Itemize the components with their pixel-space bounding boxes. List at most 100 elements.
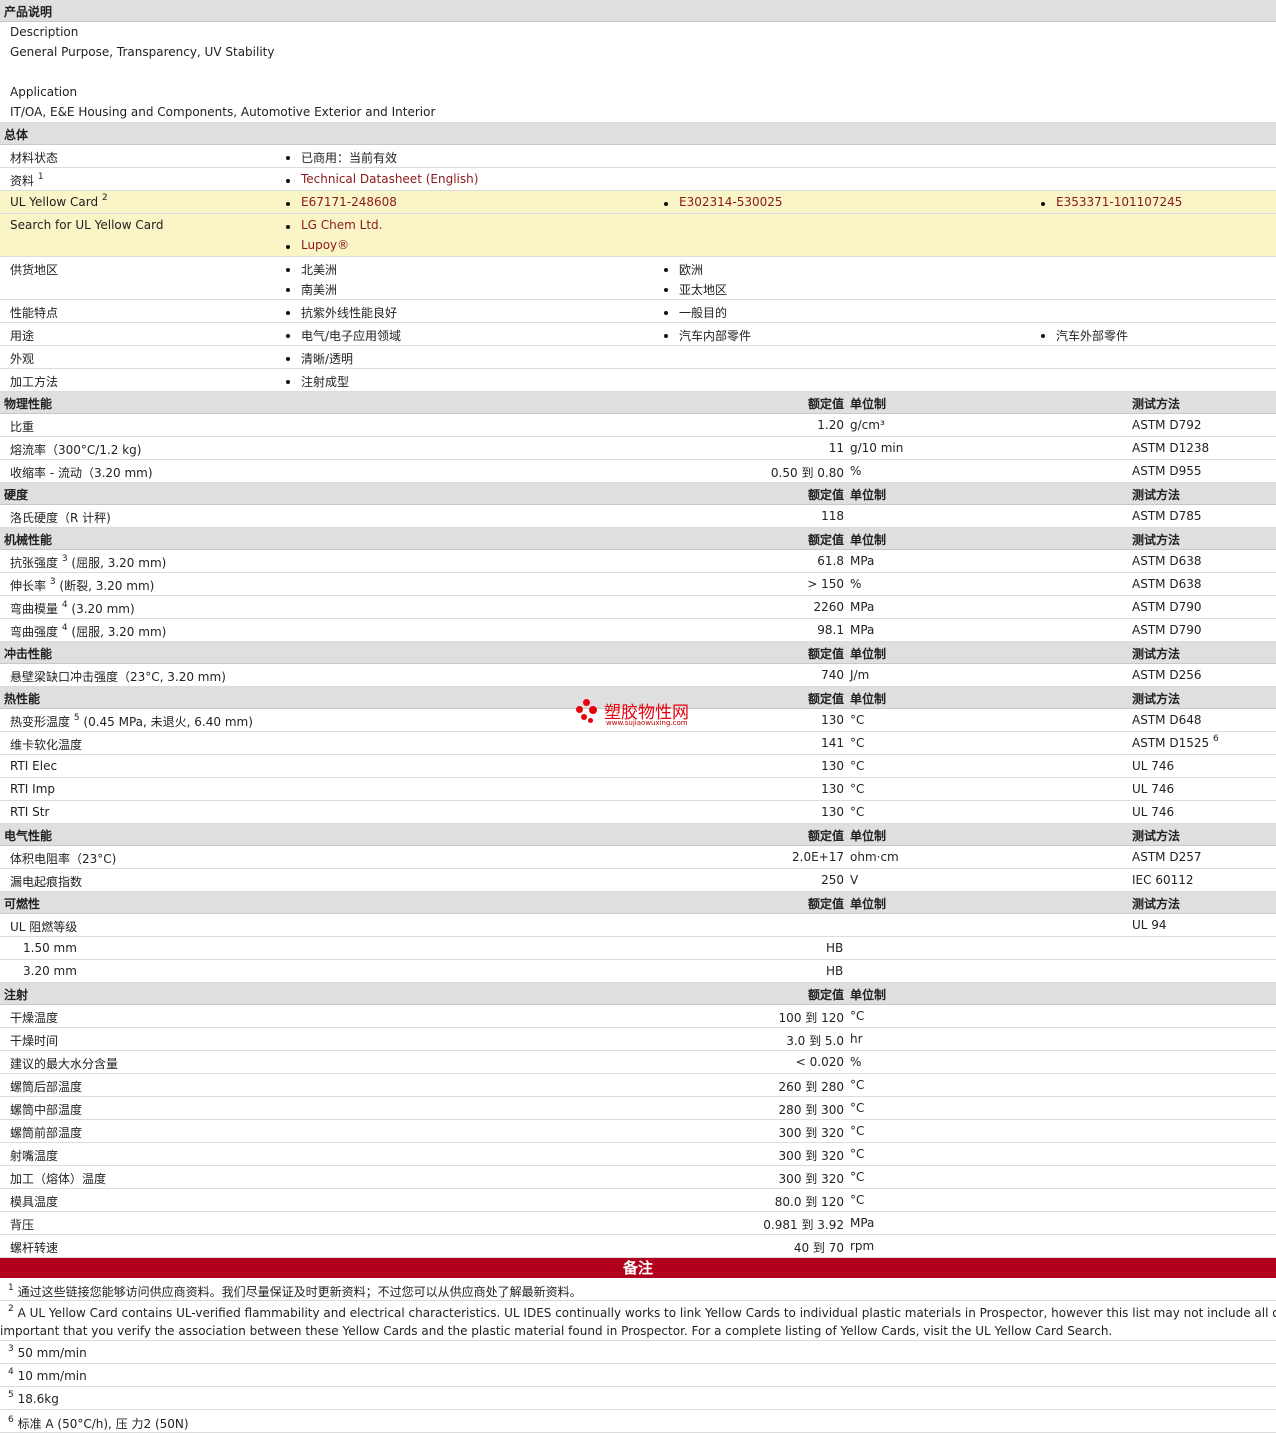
table-row: 加工（熔体）温度 300 到 320 °C: [0, 1166, 1276, 1189]
property-value: 98.1: [817, 623, 844, 637]
property-label: 伸长率 3 (断裂, 3.20 mm): [10, 577, 155, 594]
table-row: 干燥温度 100 到 120 °C: [0, 1005, 1276, 1028]
table-row: 比重 1.20 g/cm³ ASTM D792: [0, 414, 1276, 437]
property-unit: MPa: [850, 554, 875, 568]
description-text: General Purpose, Transparency, UV Stabil…: [10, 45, 275, 59]
row-features: 性能特点 抗紫外线性能良好 一般目的: [0, 300, 1276, 323]
table-row: 维卡软化温度 141 °C ASTM D1525 6: [0, 732, 1276, 755]
supplier-link[interactable]: LG Chem Ltd.: [286, 218, 383, 232]
header-method: 测试方法: [1132, 397, 1181, 411]
property-unit: %: [850, 577, 862, 591]
table-row: 体积电阻率（23°C) 2.0E+17 ohm·cm ASTM D257: [0, 846, 1276, 869]
property-unit: J/m: [850, 668, 870, 682]
row-label: 性能特点: [10, 306, 59, 320]
row-label: 材料状态: [10, 151, 59, 165]
application-text: IT/OA, E&E Housing and Components, Autom…: [10, 105, 436, 119]
row-label: 用途: [10, 329, 35, 343]
property-label: 弯曲强度 4 (屈服, 3.20 mm): [10, 623, 167, 640]
property-label: 射嘴温度: [10, 1149, 59, 1163]
test-method: IEC 60112: [1132, 873, 1194, 887]
property-value: 141: [821, 736, 844, 750]
technical-datasheet-link[interactable]: Technical Datasheet (English): [285, 172, 478, 186]
table-row: 建议的最大水分含量 < 0.020 %: [0, 1051, 1276, 1074]
property-label: 螺筒中部温度: [10, 1103, 83, 1117]
row-availability: 供货地区 北美洲 欧洲 南美洲 亚太地区: [0, 257, 1276, 300]
property-unit: %: [850, 1055, 862, 1069]
bullet-item: 北美洲: [285, 263, 338, 277]
test-method: UL 746: [1132, 759, 1175, 773]
table-row: 干燥时间 3.0 到 5.0 hr: [0, 1028, 1276, 1051]
property-label: 3.20 mm: [23, 964, 77, 978]
bullet-item: 南美洲: [285, 283, 338, 297]
test-method: UL 746: [1132, 805, 1175, 819]
property-label: 干燥时间: [10, 1034, 59, 1048]
row-label: 外观: [10, 352, 35, 366]
note-item: 2 A UL Yellow Card contains UL-verified …: [0, 1301, 1276, 1341]
property-label: 干燥温度: [10, 1011, 59, 1025]
bullet-item: 汽车外部零件: [1040, 329, 1129, 343]
table-row: 螺筒后部温度 260 到 280 °C: [0, 1074, 1276, 1097]
property-label: 收缩率 - 流动（3.20 mm): [10, 466, 153, 480]
property-label: 漏电起痕指数: [10, 875, 83, 889]
header-method: 测试方法: [1132, 829, 1181, 843]
section-title: 电气性能: [4, 829, 53, 843]
test-method: ASTM D638: [1132, 554, 1202, 568]
row-label: UL Yellow Card 2: [10, 193, 108, 210]
brand-link[interactable]: Lupoy®: [285, 238, 349, 252]
section-title: 产品说明: [4, 5, 53, 19]
row-material-status: 材料状态 已商用：当前有效: [0, 145, 1276, 168]
table-row: 弯曲模量 4 (3.20 mm) 2260 MPa ASTM D790: [0, 596, 1276, 619]
property-label: 1.50 mm: [23, 941, 77, 955]
property-value: 11: [828, 441, 844, 455]
header-method: 测试方法: [1132, 647, 1181, 661]
property-value: 0.50 到 0.80: [770, 466, 844, 480]
bullet-item: 电气/电子应用领域: [285, 329, 402, 343]
table-row: UL 阻燃等级 UL 94: [0, 914, 1276, 937]
test-method: ASTM D1525 6: [1132, 734, 1219, 751]
property-label: 抗张强度 3 (屈服, 3.20 mm): [10, 554, 167, 571]
property-unit: °C: [850, 1170, 865, 1184]
header-unit: 单位制: [850, 988, 887, 1002]
property-value: 2.0E+17: [792, 850, 844, 864]
ul-card-link[interactable]: E302314-530025: [664, 195, 783, 209]
header-method: 测试方法: [1132, 488, 1181, 502]
property-unit: MPa: [850, 600, 875, 614]
property-label: 加工（熔体）温度: [10, 1172, 107, 1186]
property-unit: g/10 min: [850, 441, 904, 455]
property-label: RTI Elec: [10, 759, 58, 773]
property-value: 0.981 到 3.92: [763, 1218, 844, 1232]
table-row: 抗张强度 3 (屈服, 3.20 mm) 61.8 MPa ASTM D638: [0, 550, 1276, 573]
property-unit: °C: [850, 759, 865, 773]
table-row: 收缩率 - 流动（3.20 mm) 0.50 到 0.80 % ASTM D95…: [0, 460, 1276, 483]
table-row: 螺杆转速 40 到 70 rpm: [0, 1235, 1276, 1258]
property-unit: °C: [850, 1078, 865, 1092]
table-row: RTI Imp 130 °C UL 746: [0, 778, 1276, 801]
header-method: 测试方法: [1132, 533, 1181, 547]
note-item: 1 通过这些链接您能够访问供应商资料。我们尽量保证及时更新资料；不过您可以从供应…: [0, 1278, 1276, 1301]
property-label: UL 阻燃等级: [10, 920, 78, 934]
row-label: 加工方法: [10, 375, 59, 389]
ul-card-link[interactable]: E353371-101107245: [1040, 195, 1182, 209]
watermark-url: www.sujiaowuxing.com: [606, 719, 688, 727]
property-value: 2260: [813, 600, 844, 614]
table-row: RTI Str 130 °C UL 746: [0, 801, 1276, 824]
property-value: 300 到 320: [778, 1172, 844, 1186]
test-method: ASTM D790: [1132, 623, 1202, 637]
table-row: 熔流率（300°C/1.2 kg) 11 g/10 min ASTM D1238: [0, 437, 1276, 460]
table-row: 射嘴温度 300 到 320 °C: [0, 1143, 1276, 1166]
section-title: 注射: [4, 988, 29, 1002]
table-row: 3.20 mm HB: [0, 960, 1276, 983]
test-method: ASTM D792: [1132, 418, 1202, 432]
property-label: 模具温度: [10, 1195, 59, 1209]
notes-header: 备注: [0, 1258, 1276, 1278]
test-method: ASTM D955: [1132, 464, 1202, 478]
property-unit: °C: [850, 782, 865, 796]
table-row: 背压 0.981 到 3.92 MPa: [0, 1212, 1276, 1235]
ul-card-link[interactable]: E67171-248608: [286, 195, 397, 209]
header-value: 额定值: [807, 897, 844, 911]
table-row: 伸长率 3 (断裂, 3.20 mm) > 150 % ASTM D638: [0, 573, 1276, 596]
test-method: UL 746: [1132, 782, 1175, 796]
test-method: ASTM D785: [1132, 509, 1202, 523]
table-row: 漏电起痕指数 250 V IEC 60112: [0, 869, 1276, 892]
header-value: 额定值: [807, 692, 844, 706]
